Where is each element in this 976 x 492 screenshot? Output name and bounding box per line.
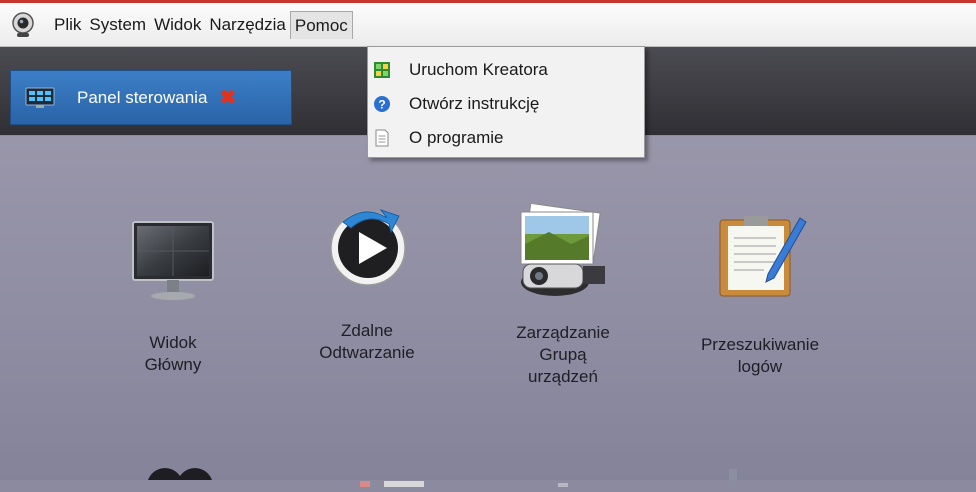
help-question-icon: ? — [373, 95, 391, 113]
tile-przeszukiwanie-logow[interactable]: Przeszukiwanie logów — [670, 206, 850, 416]
control-panel-icon — [25, 87, 55, 109]
menu-item-label: Uruchom Kreatora — [409, 60, 548, 79]
webcam-app-icon[interactable] — [10, 11, 36, 38]
menu-narzedzia[interactable]: Narzędzia — [205, 11, 290, 39]
tile-zdalne-odtwarzanie[interactable]: Zdalne Odtwarzanie — [277, 196, 457, 416]
device-group-icon — [509, 202, 613, 309]
tab-panel-sterowania[interactable]: Panel sterowania ✖ — [10, 70, 292, 125]
tile-label: Przeszukiwanie logów — [700, 335, 820, 376]
log-search-icon — [714, 212, 810, 303]
tab-label: Panel sterowania — [77, 87, 208, 107]
close-icon[interactable]: ✖ — [219, 88, 236, 108]
svg-text:?: ? — [378, 98, 385, 112]
menu-bar: Plik System Widok Narzędzia Pomoc — [0, 3, 976, 47]
control-panel-content: Widok Główny Zdalne Odtwarzanie Zarządza… — [0, 136, 976, 492]
menu-item-label: Otwórz instrukcję — [409, 94, 540, 113]
playback-icon — [325, 202, 411, 293]
partial-tile-icon[interactable] — [726, 468, 742, 486]
partial-tile-icon[interactable] — [360, 474, 426, 492]
pomoc-dropdown-menu: Uruchom Kreatora ? Otwórz instrukcję O p… — [367, 46, 645, 158]
tile-label: Zdalne Odtwarzanie — [319, 321, 415, 362]
menu-pomoc[interactable]: Pomoc — [289, 10, 353, 39]
tile-widok-glowny[interactable]: Widok Główny — [83, 206, 263, 416]
film-reel-icon[interactable] — [145, 466, 215, 492]
tile-label: Zarządzanie Grupą urządzeń — [516, 323, 610, 386]
menu-item-uruchom-kreatora[interactable]: Uruchom Kreatora — [368, 53, 644, 87]
partial-tile-icon[interactable] — [548, 474, 578, 492]
menu-item-label: O programie — [409, 128, 504, 147]
monitor-icon — [131, 216, 215, 309]
document-icon — [373, 129, 391, 147]
menu-plik[interactable]: Plik — [50, 11, 85, 39]
menu-widok[interactable]: Widok — [150, 11, 205, 39]
wizard-grid-icon — [373, 61, 391, 79]
tile-zarzadzanie-grupa[interactable]: Zarządzanie Grupą urządzeń — [473, 196, 653, 416]
menu-item-o-programie[interactable]: O programie — [368, 121, 644, 155]
menu-system[interactable]: System — [85, 11, 150, 39]
menu-item-otworz-instrukcje[interactable]: ? Otwórz instrukcję — [368, 87, 644, 121]
tile-label: Widok Główny — [144, 333, 202, 374]
